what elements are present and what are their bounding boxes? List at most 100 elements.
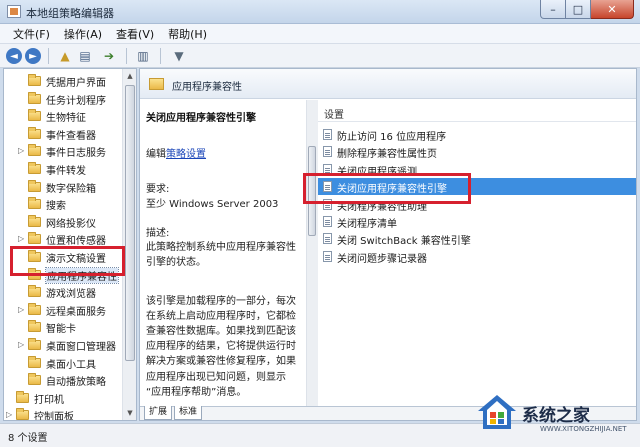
folder-icon <box>16 390 29 403</box>
toolbar-separator <box>48 48 49 64</box>
expand-arrow-icon[interactable]: ▷ <box>6 410 14 419</box>
tree-item-label: 数字保险箱 <box>46 183 96 195</box>
tree-item-label: 任务计划程序 <box>46 95 106 107</box>
tree-item[interactable]: 数字保险箱 <box>4 178 122 195</box>
menu-view[interactable]: 查看(V) <box>109 26 161 42</box>
content-header-title: 应用程序兼容性 <box>172 82 242 93</box>
setting-row[interactable]: 关闭程序清单 <box>318 213 636 230</box>
filter-icon[interactable]: ▼ <box>170 48 188 64</box>
settings-column-label: 设置 <box>324 110 344 121</box>
menu-action[interactable]: 操作(A) <box>57 26 109 42</box>
tree-item-label: 桌面小工具 <box>46 359 96 371</box>
tree-item[interactable]: 生物特征 <box>4 107 122 124</box>
description-text-line: 引擎的状态。 <box>146 257 206 269</box>
tree-item-label: 搜索 <box>46 201 66 213</box>
settings-list: 设置 防止访问 16 位应用程序 删除程序兼容性属性页 关闭应用程序遥测 关闭应用程序… <box>318 100 636 406</box>
tree-item-label: 桌面窗口管理器 <box>46 342 116 353</box>
properties-icon[interactable]: ▥ <box>134 48 152 64</box>
house-logo-icon <box>478 395 516 429</box>
tree-highlight-box <box>10 246 125 276</box>
tree-item[interactable]: 凭据用户界面 <box>4 72 122 89</box>
folder-icon <box>28 373 41 386</box>
folder-icon <box>28 232 41 245</box>
policy-setting-icon <box>323 216 332 227</box>
back-arrow-icon[interactable]: ◄ <box>6 48 22 64</box>
scroll-up-icon[interactable]: ▲ <box>124 69 136 83</box>
tree-item[interactable]: 自动播放策略 <box>4 371 122 388</box>
tree-item-label: 凭据用户界面 <box>46 78 106 89</box>
description-text-line: 此策略控制系统中应用程序兼容性 <box>146 242 296 253</box>
scroll-thumb[interactable] <box>125 85 135 361</box>
requirement-value: 至少 Windows Server 2003 <box>146 199 279 210</box>
tree-item[interactable]: 智能卡 <box>4 318 122 335</box>
menu-help[interactable]: 帮助(H) <box>161 26 214 42</box>
setting-row[interactable]: 删除程序兼容性属性页 <box>318 143 636 160</box>
export-list-icon[interactable]: ➔ <box>100 48 118 64</box>
description-text-line: 该引擎是加载程序的一部分，每次 <box>146 295 296 307</box>
tree-item[interactable]: ▷ 桌面窗口管理器 <box>4 336 122 353</box>
tree-item[interactable]: 网络投影仪 <box>4 213 122 230</box>
show-tree-icon[interactable]: ▤ <box>76 48 94 64</box>
tree-item[interactable]: ▷ 位置和传感器 <box>4 230 122 247</box>
tree-item[interactable]: 搜索 <box>4 195 122 212</box>
forward-arrow-icon[interactable]: ► <box>25 48 41 64</box>
tree-item-label: 事件查看器 <box>46 130 96 142</box>
watermark-brand: 系统之家 <box>522 406 590 426</box>
expand-arrow-icon[interactable]: ▷ <box>18 146 26 155</box>
tree-item[interactable]: 打印机 <box>4 389 122 406</box>
tree-item[interactable]: ▷ 控制面板 <box>4 406 122 420</box>
tree-item[interactable]: 任务计划程序 <box>4 90 122 107</box>
description-text-line: 应用程序的结果，它将提供运行时 <box>146 341 296 353</box>
policy-setting-icon <box>323 129 332 140</box>
window-controls: – □ ✕ <box>540 0 634 19</box>
description-text-line: 在系统上启动应用程序时，它都检 <box>146 310 296 322</box>
settings-column-header[interactable]: 设置 <box>318 100 636 122</box>
folder-icon <box>16 408 29 420</box>
minimize-button[interactable]: – <box>540 0 566 19</box>
scroll-down-icon[interactable]: ▼ <box>124 406 136 420</box>
tree-item[interactable]: 事件转发 <box>4 160 122 177</box>
expand-arrow-icon[interactable]: ▷ <box>18 234 26 243</box>
tree-item[interactable]: 事件查看器 <box>4 125 122 142</box>
tab-standard[interactable]: 标准 <box>174 406 203 420</box>
folder-icon <box>28 285 41 298</box>
tree-item[interactable]: 桌面小工具 <box>4 354 122 371</box>
description-panel: 关闭应用程序兼容性引擎 编辑策略设置 要求: 至少 Windows Server… <box>140 100 314 406</box>
menu-bar: 文件(F) 操作(A) 查看(V) 帮助(H) <box>0 24 640 44</box>
setting-row[interactable]: 关闭 SwitchBack 兼容性引擎 <box>318 230 636 247</box>
description-title: 关闭应用程序兼容性引擎 <box>146 113 256 124</box>
edit-policy-link[interactable]: 策略设置 <box>166 149 206 160</box>
tree-item[interactable]: ▷ 远程桌面服务 <box>4 301 122 318</box>
menu-file[interactable]: 文件(F) <box>6 26 57 42</box>
watermark-url: WWW.XITONGZHIJIA.NET <box>540 425 627 433</box>
tree-item[interactable]: ▷ 事件日志服务 <box>4 142 122 159</box>
close-button[interactable]: ✕ <box>591 0 634 19</box>
tree-item-label: 打印机 <box>34 394 64 406</box>
toolbar: ◄ ► ▲ ▤ ➔ ▥ ▼ <box>0 44 640 68</box>
folder-icon <box>28 109 41 122</box>
folder-icon <box>28 338 41 350</box>
setting-row[interactable]: 关闭问题步骤记录器 <box>318 248 636 265</box>
maximize-button[interactable]: □ <box>566 0 591 19</box>
folder-icon <box>28 162 41 174</box>
window-title: 本地组策略编辑器 <box>26 7 114 20</box>
tab-extended[interactable]: 扩展 <box>144 406 173 420</box>
tree-item-label: 游戏浏览器 <box>46 289 96 301</box>
content-pane: 应用程序兼容性 关闭应用程序兼容性引擎 编辑策略设置 要求: 至少 Window… <box>139 68 637 421</box>
setting-row[interactable]: 防止访问 16 位应用程序 <box>318 126 636 143</box>
title-bar: 本地组策略编辑器 – □ ✕ <box>0 0 640 24</box>
expand-arrow-icon[interactable]: ▷ <box>18 340 26 349</box>
folder-icon <box>28 179 41 192</box>
tree-scrollbar[interactable]: ▲ ▼ <box>122 69 136 420</box>
tree-item-label: 事件日志服务 <box>46 148 106 160</box>
up-folder-icon[interactable]: ▲ <box>56 48 74 64</box>
folder-icon <box>28 197 41 210</box>
policy-setting-icon <box>323 250 332 262</box>
description-text-line: 应用程序出现已知问题，则显示 <box>146 371 286 383</box>
navigation-tree[interactable]: ▷ 控制面板 打印机 自动播放策略 桌面小工具 ▷ 桌面窗口管理器 智能卡 ▷ 远程桌面服务 游戏浏… <box>3 68 137 421</box>
description-scrollbar[interactable] <box>306 100 318 406</box>
expand-arrow-icon[interactable]: ▷ <box>18 305 26 314</box>
toolbar-separator <box>126 48 127 64</box>
setting-highlight-box <box>303 173 471 204</box>
tree-item[interactable]: 游戏浏览器 <box>4 283 122 300</box>
